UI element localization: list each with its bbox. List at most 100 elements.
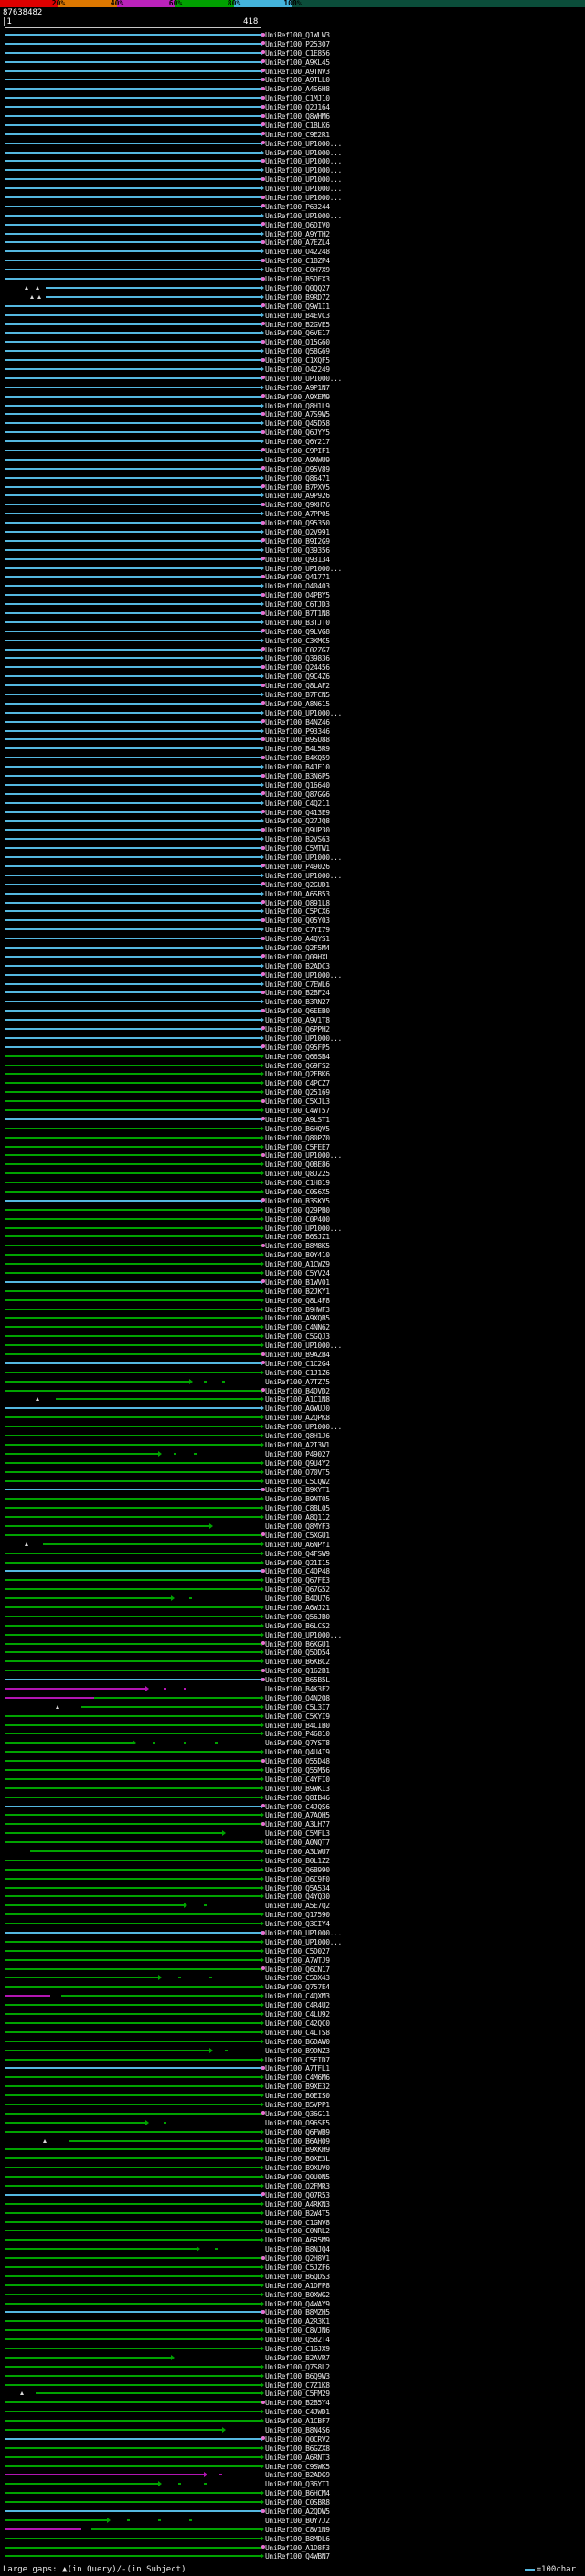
- alignment-bar[interactable]: [5, 1036, 261, 1039]
- hit-label[interactable]: UniRef100_B2GVE5: [265, 321, 330, 329]
- hit-label[interactable]: UniRef100_P49026: [265, 863, 330, 871]
- hit-label[interactable]: UniRef100_B9DNZ3: [265, 2047, 330, 2055]
- alignment-bar[interactable]: [5, 1055, 261, 1057]
- alignment-bar[interactable]: [5, 1624, 261, 1627]
- hit-label[interactable]: UniRef100_A1D8F3: [265, 2544, 330, 2552]
- alignment-bar[interactable]: [81, 1705, 261, 1708]
- hit-label[interactable]: UniRef100_Q58G69: [265, 347, 330, 355]
- hit-label[interactable]: UniRef100_UP1000...: [265, 1224, 342, 1233]
- hit-label[interactable]: UniRef100_Q6Y217: [265, 438, 330, 446]
- alignment-bar[interactable]: [5, 1163, 261, 1166]
- alignment-bar[interactable]: [5, 811, 261, 813]
- hit-label[interactable]: UniRef100_C1GJX9: [265, 2345, 330, 2353]
- alignment-bar[interactable]: [5, 241, 261, 244]
- hit-label[interactable]: UniRef100_C5XGU1: [265, 1532, 330, 1540]
- hit-label[interactable]: UniRef100_B2VS63: [265, 835, 330, 843]
- hit-label[interactable]: UniRef100_Q56JB0: [265, 1613, 330, 1621]
- hit-label[interactable]: UniRef100_UP1000...: [265, 1423, 342, 1431]
- alignment-bar[interactable]: [5, 702, 261, 705]
- alignment-bar[interactable]: [5, 467, 261, 470]
- hit-label[interactable]: UniRef100_C4NN62: [265, 1323, 330, 1331]
- alignment-bar[interactable]: [35, 2392, 261, 2395]
- hit-label[interactable]: UniRef100_C9E2R1: [265, 131, 330, 139]
- alignment-bar[interactable]: [5, 847, 261, 850]
- alignment-bar[interactable]: [5, 1642, 261, 1645]
- hit-label[interactable]: UniRef100_A9TNV3: [265, 68, 330, 76]
- alignment-bar[interactable]: [5, 2130, 261, 2133]
- hit-label[interactable]: UniRef100_UP1000...: [265, 194, 342, 202]
- alignment-bar[interactable]: [5, 386, 261, 388]
- hit-label[interactable]: UniRef100_A6SB53: [265, 890, 330, 898]
- alignment-bar[interactable]: [5, 639, 261, 641]
- hit-label[interactable]: UniRef100_B8NJQ4: [265, 2245, 330, 2253]
- alignment-bar[interactable]: [5, 892, 261, 895]
- hit-label[interactable]: UniRef100_A8N615: [265, 700, 330, 708]
- hit-label[interactable]: UniRef100_A2QDW5: [265, 2507, 330, 2516]
- hit-label[interactable]: UniRef100_A9LST1: [265, 1116, 330, 1124]
- alignment-bar[interactable]: [5, 1633, 261, 1636]
- alignment-bar[interactable]: [5, 1344, 261, 1347]
- hit-label[interactable]: UniRef100_Q6C9F0: [265, 1875, 330, 1883]
- hit-label[interactable]: UniRef100_A2I3W1: [265, 1441, 330, 1449]
- hit-label[interactable]: UniRef100_Q6VE17: [265, 329, 330, 337]
- alignment-bar[interactable]: [5, 2365, 261, 2368]
- hit-label[interactable]: UniRef100_B8M8K5: [265, 1242, 330, 1250]
- hit-label[interactable]: UniRef100_B3SKV5: [265, 1197, 330, 1205]
- alignment-bar[interactable]: [5, 1977, 158, 1979]
- hit-label[interactable]: UniRef100_UP1000...: [265, 140, 342, 148]
- hit-label[interactable]: UniRef100_P49027: [265, 1450, 330, 1458]
- hit-label[interactable]: UniRef100_Q8IB46: [265, 1794, 330, 1802]
- hit-label[interactable]: UniRef100_UP1000...: [265, 1929, 342, 1937]
- hit-label[interactable]: UniRef100_A5E7Q2: [265, 1902, 330, 1910]
- hit-label[interactable]: UniRef100_Q27JQ8: [265, 817, 330, 825]
- hit-label[interactable]: UniRef100_Q4N2Q8: [265, 1694, 330, 1702]
- hit-label[interactable]: UniRef100_A7EZL4: [265, 239, 330, 247]
- alignment-bar[interactable]: [5, 196, 261, 199]
- alignment-bar[interactable]: [5, 1435, 261, 1437]
- alignment-bar[interactable]: [5, 1245, 261, 1247]
- alignment-bar[interactable]: [5, 304, 261, 307]
- alignment-bar[interactable]: [5, 864, 261, 867]
- hit-label[interactable]: UniRef100_UP1000...: [265, 971, 342, 980]
- hit-label[interactable]: UniRef100_C5FM29: [265, 2390, 330, 2398]
- alignment-bar[interactable]: [5, 1579, 261, 1582]
- hit-label[interactable]: UniRef100_C1BLK6: [265, 122, 330, 130]
- hit-label[interactable]: UniRef100_B2ADG9: [265, 2471, 330, 2479]
- alignment-bar[interactable]: [5, 2274, 261, 2277]
- hit-label[interactable]: UniRef100_A0WUJ0: [265, 1405, 330, 1413]
- hit-label[interactable]: UniRef100_UP1000...: [265, 709, 342, 717]
- alignment-bar[interactable]: [5, 2338, 261, 2341]
- alignment-bar[interactable]: [5, 187, 261, 190]
- alignment-bar[interactable]: [5, 1533, 261, 1536]
- hit-label[interactable]: UniRef100_C5YV24: [265, 1269, 330, 1277]
- alignment-bar[interactable]: [5, 648, 261, 651]
- alignment-bar[interactable]: [5, 766, 261, 769]
- hit-label[interactable]: UniRef100_Q21I15: [265, 1559, 330, 1567]
- hit-label[interactable]: UniRef100_P25307: [265, 40, 330, 48]
- alignment-bar[interactable]: [43, 1542, 261, 1545]
- alignment-bar[interactable]: [5, 2437, 261, 2440]
- alignment-bar[interactable]: [5, 2176, 261, 2178]
- alignment-bar[interactable]: [5, 991, 261, 994]
- hit-label[interactable]: UniRef100_A6WJ21: [265, 1604, 330, 1612]
- alignment-bar[interactable]: [5, 539, 261, 542]
- alignment-bar[interactable]: [5, 2257, 261, 2260]
- hit-label[interactable]: UniRef100_B3RN27: [265, 998, 330, 1006]
- alignment-bar[interactable]: [5, 1597, 171, 1600]
- alignment-bar[interactable]: [5, 1426, 261, 1428]
- hit-label[interactable]: UniRef100_Q95350: [265, 519, 330, 527]
- hit-label[interactable]: UniRef100_C5EID7: [265, 2056, 330, 2064]
- alignment-bar[interactable]: [5, 1561, 261, 1564]
- alignment-bar[interactable]: [5, 431, 261, 434]
- hit-label[interactable]: UniRef100_Q4FSW9: [265, 1550, 330, 1558]
- alignment-bar[interactable]: [5, 883, 261, 885]
- hit-label[interactable]: UniRef100_B6QDS3: [265, 2273, 330, 2281]
- hit-label[interactable]: UniRef100_B6KBC2: [265, 1658, 330, 1666]
- alignment-bar[interactable]: [5, 2537, 261, 2539]
- alignment-bar[interactable]: [5, 2157, 261, 2160]
- alignment-bar[interactable]: [5, 2348, 261, 2349]
- alignment-bar[interactable]: [5, 612, 261, 614]
- hit-label[interactable]: UniRef100_C1GNV8: [265, 2219, 330, 2227]
- hit-label[interactable]: UniRef100_C4WT57: [265, 1107, 330, 1115]
- hit-label[interactable]: UniRef100_O55D48: [265, 1757, 330, 1765]
